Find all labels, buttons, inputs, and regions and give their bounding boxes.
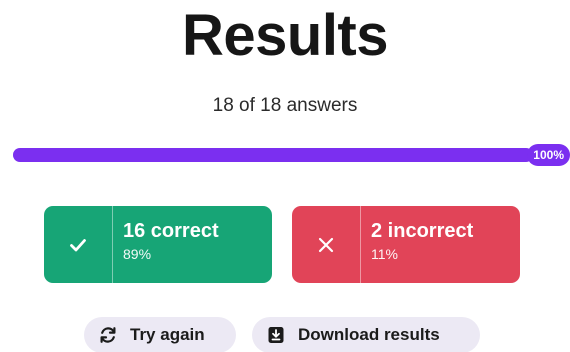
answers-count: 18 of 18 answers	[212, 95, 358, 116]
progress-fill	[13, 148, 533, 162]
try-again-button[interactable]: Try again	[84, 317, 236, 352]
download-results-label: Download results	[298, 325, 440, 344]
correct-percent: 89%	[123, 246, 152, 262]
page-title: Results	[181, 3, 389, 68]
download-results-button[interactable]: Download results	[252, 317, 480, 352]
incorrect-summary-card: 2 incorrect 11%	[292, 206, 520, 283]
correct-summary-card: 16 correct 89%	[44, 206, 272, 283]
incorrect-count: 2 incorrect	[371, 220, 474, 242]
try-again-label: Try again	[130, 325, 205, 344]
download-icon	[266, 325, 286, 345]
progress-bar: 100%	[13, 144, 570, 166]
incorrect-percent: 11%	[371, 246, 398, 262]
refresh-icon	[98, 325, 118, 345]
correct-count: 16 correct	[123, 220, 219, 242]
results-screen: Results 18 of 18 answers 100% 16 correct…	[0, 0, 570, 352]
progress-label: 100%	[527, 144, 570, 166]
close-icon	[292, 206, 361, 283]
check-icon	[44, 206, 113, 283]
